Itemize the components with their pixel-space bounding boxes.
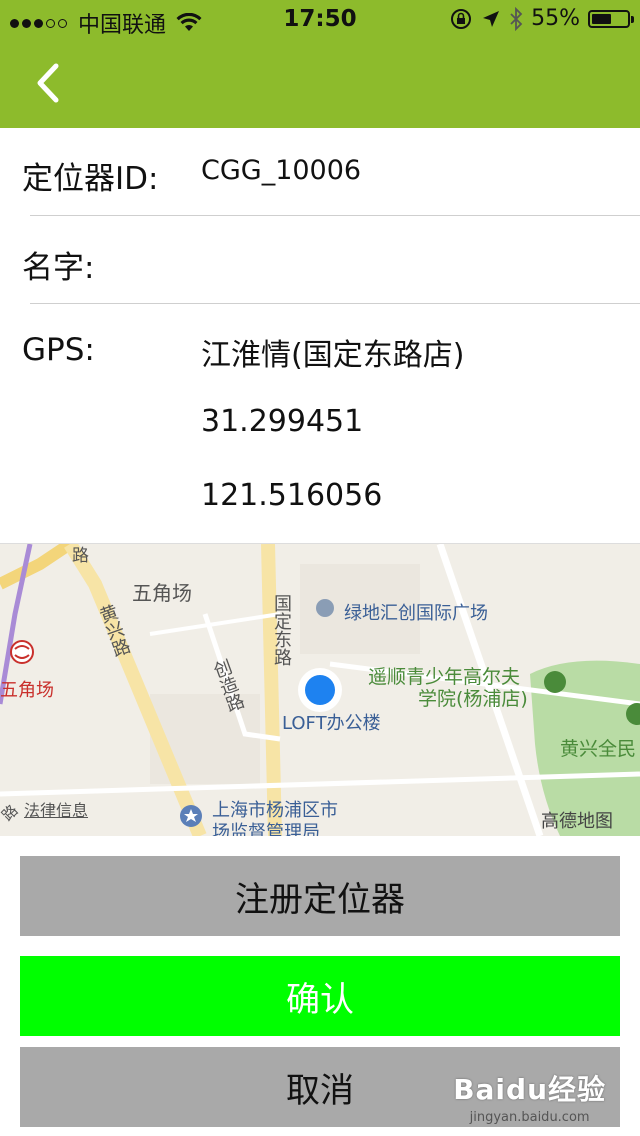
gps-section: GPS: 江淮情(国定东路店) 31.299451 121.516056 <box>0 304 640 542</box>
orientation-lock-icon <box>451 8 472 29</box>
main-road <box>261 544 282 836</box>
back-button[interactable] <box>28 58 68 108</box>
nav-header: 中国联通 17:50 55% <box>0 0 640 128</box>
name-label: 名字: <box>22 250 95 286</box>
map-label-guoding-east-road: 国定东路 <box>271 594 292 666</box>
watermark-main: Baidu经验 <box>453 1073 606 1106</box>
name-row[interactable]: 名字: <box>0 216 640 304</box>
bluetooth-icon <box>510 6 523 31</box>
device-id-value: CGG_10006 <box>201 155 362 186</box>
map-label-wujiaochang-station: 五角场 <box>0 680 54 701</box>
map-label-loft: LOFT办公楼 <box>282 713 381 734</box>
status-icons: 55% <box>449 6 634 31</box>
gps-latitude: 31.299451 <box>201 404 364 439</box>
map-label-lvdi: 绿地汇创国际广场 <box>344 603 488 624</box>
map-legal-link[interactable]: 法律信息 <box>24 797 88 821</box>
watermark-sub: jingyan.baidu.com <box>469 1110 590 1125</box>
metro-station-icon <box>10 640 34 664</box>
location-dot <box>305 675 335 705</box>
gps-place: 江淮情(国定东路店) <box>201 338 465 373</box>
battery-tip <box>631 15 634 23</box>
status-bar: 中国联通 17:50 55% <box>0 0 640 40</box>
device-id-row: 定位器ID: CGG_10006 <box>0 128 640 216</box>
map-view[interactable]: 五角场 黄兴路 国定东路 创造路 绿地汇创国际广场 遥顺青少年高尔夫 学院(杨浦… <box>0 543 640 836</box>
gps-longitude: 121.516056 <box>201 478 383 513</box>
map-label-wujiaochang: 五角场 <box>132 581 192 605</box>
building-icon <box>316 599 334 617</box>
chevron-left-icon <box>37 63 59 103</box>
map-label-yaoshun-2: 学院(杨浦店) <box>418 688 528 710</box>
baidu-watermark: Baidu经验 jingyan.baidu.com <box>453 1068 606 1125</box>
battery-fill <box>592 13 611 24</box>
device-id-label: 定位器ID: <box>22 161 159 197</box>
map-label-road-top: 路 <box>68 546 88 563</box>
map-provider-logo: 高德地图 <box>541 811 613 832</box>
location-arrow-icon <box>483 10 500 27</box>
main-road <box>0 544 74 590</box>
confirm-button[interactable]: 确认 <box>20 956 620 1036</box>
map-label-market-2: 场监督管理局 <box>212 822 320 836</box>
minor-road <box>149 612 281 636</box>
battery-percent: 55% <box>531 6 580 31</box>
gps-label: GPS: <box>22 332 95 368</box>
register-device-button[interactable]: 注册定位器 <box>20 856 620 936</box>
battery-icon <box>588 9 634 28</box>
map-roads <box>0 544 640 836</box>
map-label-huangxing-park: 黄兴全民 <box>560 738 637 760</box>
park-icon <box>544 671 566 693</box>
